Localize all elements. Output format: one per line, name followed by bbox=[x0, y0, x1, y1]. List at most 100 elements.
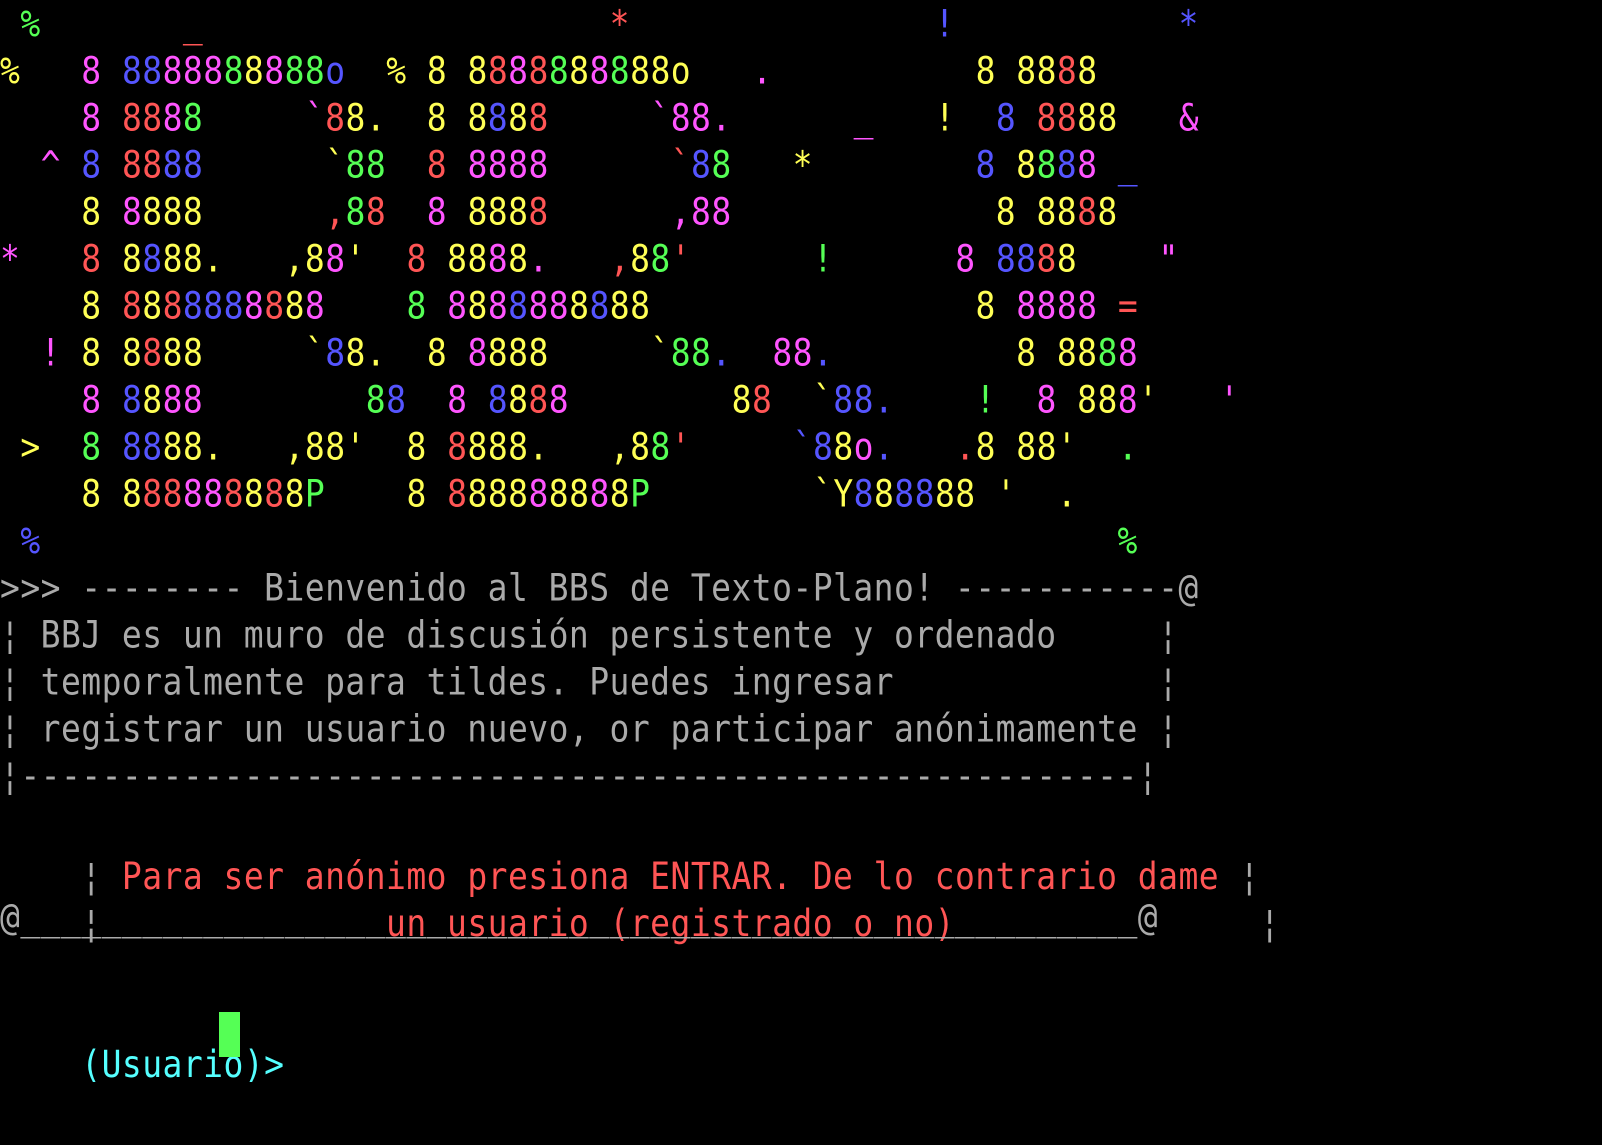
banner-glyph: 8 bbox=[264, 283, 285, 328]
banner-glyph bbox=[447, 49, 467, 93]
banner-glyph bbox=[0, 519, 20, 563]
terminal-window: % _ * ! *% 8 8888888888o % 8 8888888888o… bbox=[0, 0, 1602, 1086]
banner-glyph: 8 bbox=[81, 330, 102, 375]
banner-glyph: 8 bbox=[1097, 330, 1118, 375]
banner-glyph: 8 bbox=[1036, 424, 1057, 469]
box-border-right: ¦ bbox=[1198, 901, 1281, 946]
banner-glyph: 8 bbox=[630, 283, 651, 328]
banner-glyph bbox=[650, 472, 813, 516]
banner-glyph: 8 bbox=[528, 48, 549, 93]
banner-glyph bbox=[102, 378, 122, 422]
banner-glyph: 8 bbox=[447, 471, 468, 516]
banner-glyph: ` bbox=[325, 142, 346, 187]
banner-glyph: 8 bbox=[304, 236, 326, 281]
banner-row: * 8 8888. ,88' 8 8888. ,88' ! 8 8888 " bbox=[0, 232, 1179, 286]
banner-glyph: . bbox=[812, 330, 834, 375]
banner-glyph bbox=[427, 472, 447, 516]
banner-glyph: 8 bbox=[1077, 95, 1098, 140]
banner-glyph: . bbox=[365, 330, 387, 375]
banner-glyph bbox=[0, 96, 81, 140]
banner-glyph bbox=[549, 425, 610, 469]
banner-glyph bbox=[386, 96, 427, 140]
text-cursor[interactable] bbox=[219, 1012, 240, 1057]
banner-glyph: 8 bbox=[508, 189, 529, 234]
banner-glyph: 8 bbox=[121, 283, 143, 328]
banner-glyph: . bbox=[365, 95, 387, 140]
banner-glyph: 8 bbox=[630, 236, 651, 281]
banner-glyph: . bbox=[955, 424, 976, 469]
banner-glyph: 8 bbox=[121, 330, 143, 375]
username-prompt[interactable]: (Usuario)> bbox=[0, 984, 305, 1086]
banner-glyph bbox=[996, 49, 1016, 93]
banner-glyph: 8 bbox=[142, 95, 163, 140]
banner-glyph: 8 bbox=[467, 236, 488, 281]
banner-glyph: 8 bbox=[487, 424, 509, 469]
banner-glyph bbox=[386, 331, 427, 375]
banner-glyph: ! bbox=[934, 95, 956, 140]
banner-glyph: 8 bbox=[975, 142, 996, 187]
banner-glyph: % bbox=[386, 48, 407, 93]
banner-glyph: ' bbox=[670, 424, 692, 469]
banner-glyph: 8 bbox=[223, 48, 244, 93]
banner-glyph: 8 bbox=[345, 95, 366, 140]
banner-glyph bbox=[874, 96, 935, 140]
banner-glyph bbox=[996, 425, 1016, 469]
banner-glyph: _ bbox=[182, 1, 204, 46]
banner-glyph: 8 bbox=[1016, 236, 1037, 281]
banner-glyph: 8 bbox=[1036, 377, 1057, 422]
banner-glyph: , bbox=[325, 189, 346, 234]
banner-glyph: 8 bbox=[589, 48, 610, 93]
banner-glyph: 8 bbox=[81, 377, 102, 422]
banner-glyph: _ bbox=[1117, 142, 1139, 187]
banner-glyph: 8 bbox=[650, 48, 671, 93]
banner-glyph bbox=[467, 378, 487, 422]
banner-glyph: 8 bbox=[467, 95, 488, 140]
banner-glyph: 8 bbox=[284, 48, 305, 93]
banner-glyph bbox=[732, 143, 793, 187]
banner-glyph: ' bbox=[1219, 377, 1240, 422]
banner-glyph: 8 bbox=[731, 377, 752, 422]
banner-glyph bbox=[447, 190, 467, 234]
banner-glyph: ! bbox=[812, 236, 834, 281]
banner-glyph: 8 bbox=[406, 283, 427, 328]
banner-glyph bbox=[833, 331, 1016, 375]
banner-glyph bbox=[386, 143, 427, 187]
banner-glyph bbox=[325, 472, 406, 516]
banner-row: 8 8888 88 8 8888 88 `88. ! 8 888' ' bbox=[0, 373, 1240, 427]
banner-glyph: 8 bbox=[223, 283, 244, 328]
banner-glyph bbox=[41, 519, 1118, 563]
banner-glyph: ' bbox=[995, 471, 1017, 516]
banner-glyph: 8 bbox=[1056, 95, 1078, 140]
banner-glyph: , bbox=[609, 236, 631, 281]
banner-glyph: 8 bbox=[589, 471, 610, 516]
banner-glyph: 8 bbox=[142, 189, 163, 234]
banner-glyph bbox=[894, 425, 955, 469]
banner-glyph: " bbox=[1158, 236, 1179, 281]
banner-glyph: 8 bbox=[914, 471, 935, 516]
banner-glyph: 8 bbox=[81, 283, 102, 328]
banner-row: 8 8888888888 8 8888888888 8 8888 = bbox=[0, 279, 1138, 333]
banner-glyph bbox=[407, 49, 427, 93]
banner-glyph: ` bbox=[304, 95, 326, 140]
banner-glyph bbox=[630, 2, 935, 46]
banner-glyph: 8 bbox=[447, 377, 468, 422]
banner-glyph: 8 bbox=[81, 189, 102, 234]
banner-glyph: 8 bbox=[121, 95, 143, 140]
banner-glyph: 8 bbox=[142, 283, 163, 328]
banner-glyph: 8 bbox=[833, 377, 854, 422]
banner-glyph bbox=[1057, 378, 1077, 422]
banner-glyph: 8 bbox=[426, 330, 448, 375]
banner-glyph bbox=[203, 2, 609, 46]
banner-glyph: , bbox=[284, 424, 305, 469]
banner-glyph bbox=[976, 237, 996, 281]
banner-glyph: o bbox=[670, 48, 692, 93]
banner-glyph bbox=[996, 143, 1016, 187]
banner-glyph: > bbox=[20, 424, 41, 469]
banner-glyph: ' bbox=[345, 236, 366, 281]
banner-row: ^ 8 8888 `88 8 8888 `88 * 8 8888 _ bbox=[0, 138, 1138, 192]
banner-glyph: 8 bbox=[467, 48, 488, 93]
banner-glyph: 8 bbox=[1097, 95, 1118, 140]
welcome-header-line: >>> -------- Bienvenido al BBS de Texto-… bbox=[0, 565, 1199, 610]
banner-row: % 8 8888888888o % 8 8888888888o . 8 8888 bbox=[0, 44, 1098, 98]
banner-glyph bbox=[61, 143, 81, 187]
